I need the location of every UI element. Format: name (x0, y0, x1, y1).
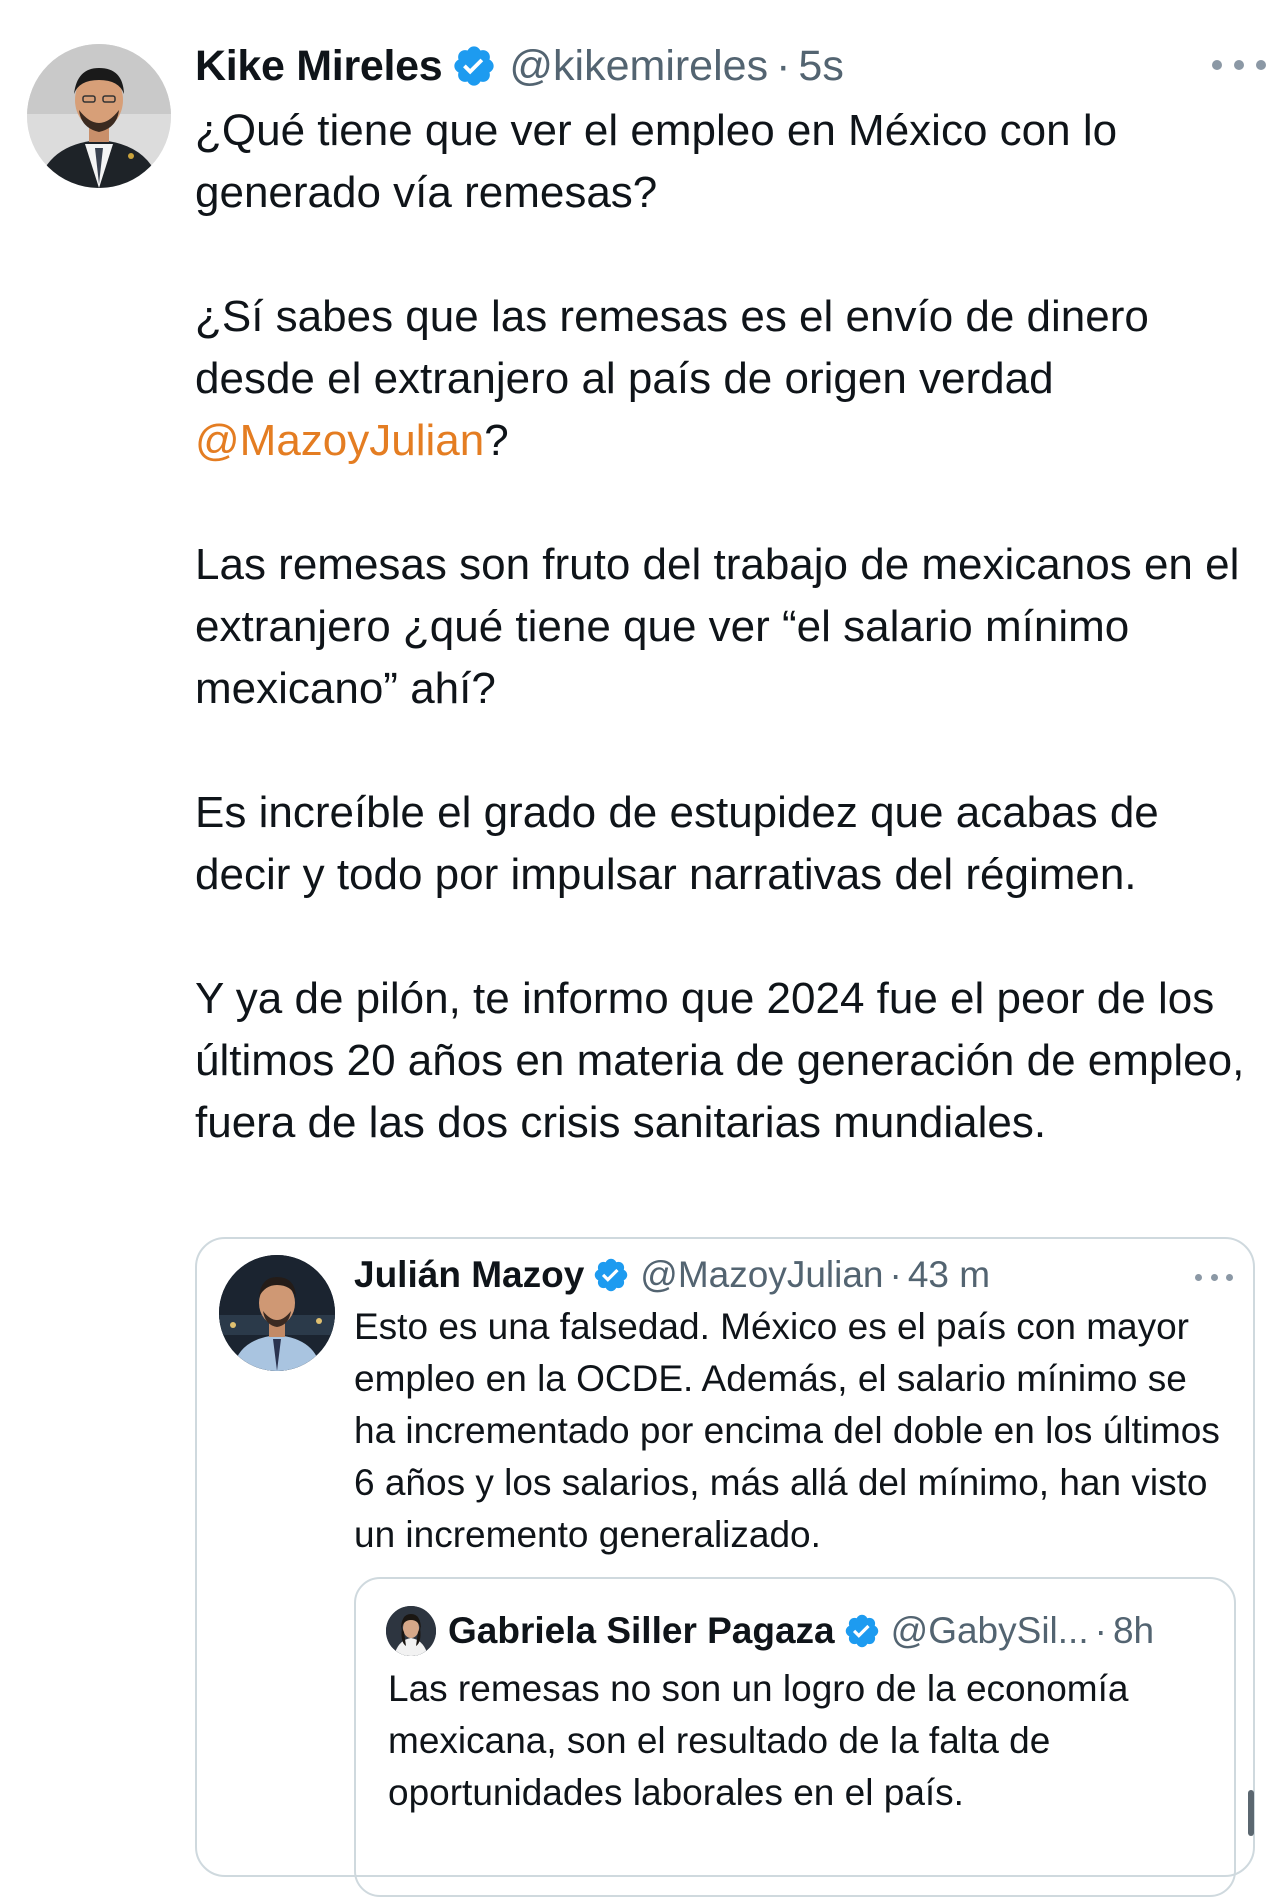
author-handle[interactable]: @kikemireles (509, 42, 768, 91)
tweet-paragraph: Y ya de pilón, te informo que 2024 fue e… (195, 968, 1265, 1154)
nested-tweet-header: Gabriela Siller Pagaza @GabySil... · 8h (448, 1603, 1154, 1659)
author-avatar[interactable] (27, 44, 171, 188)
nested-timestamp[interactable]: 8h (1113, 1610, 1154, 1652)
tweet-paragraph: Es increíble el grado de estupidez que a… (195, 782, 1265, 906)
tweet-paragraph: ¿Qué tiene que ver el empleo en México c… (195, 100, 1265, 224)
verified-badge-icon (451, 43, 497, 89)
paragraph-text: ¿Sí sabes que las remesas es el envío de… (195, 292, 1149, 403)
nested-quoted-tweet-card[interactable]: Gabriela Siller Pagaza @GabySil... · 8h … (354, 1577, 1236, 1897)
tweet-paragraph: Las remesas son fruto del trabajo de mex… (195, 534, 1265, 720)
separator: · (776, 41, 791, 90)
tweet-header: Kike Mireles @kikemireles · 5s (195, 36, 844, 96)
paragraph-text: Las remesas son fruto del trabajo de mex… (195, 540, 1240, 713)
quoted-author-handle[interactable]: @MazoyJulian (640, 1254, 883, 1296)
scrollbar[interactable] (1248, 1790, 1254, 1836)
mention-link[interactable]: @MazoyJulian (195, 416, 484, 465)
quoted-avatar-image (219, 1255, 335, 1371)
more-options-icon[interactable] (1195, 1269, 1233, 1285)
tweet-paragraph: ¿Sí sabes que las remesas es el envío de… (195, 286, 1265, 472)
verified-badge-icon (843, 1612, 881, 1650)
paragraph-text: Es increíble el grado de estupidez que a… (195, 788, 1159, 899)
quoted-timestamp[interactable]: 43 m (908, 1254, 990, 1296)
paragraph-text: Y ya de pilón, te informo que 2024 fue e… (195, 974, 1245, 1147)
more-options-icon[interactable] (1212, 50, 1266, 80)
separator: · (889, 1254, 902, 1295)
nested-author-name[interactable]: Gabriela Siller Pagaza (448, 1610, 835, 1652)
nested-avatar-image (386, 1606, 436, 1656)
nested-author-avatar[interactable] (386, 1606, 436, 1656)
timestamp[interactable]: 5s (798, 42, 843, 91)
separator: · (1094, 1610, 1107, 1651)
quoted-tweet-text: Esto es una falsedad. México es el país … (354, 1306, 1220, 1555)
nested-tweet-text: Las remesas no son un logro de la econom… (388, 1668, 1129, 1813)
paragraph-text: ¿Qué tiene que ver el empleo en México c… (195, 106, 1118, 217)
author-avatar-image (27, 44, 171, 188)
quoted-author-avatar[interactable] (219, 1255, 335, 1371)
quoted-tweet-header: Julián Mazoy @MazoyJulian · 43 m (354, 1249, 990, 1301)
author-name[interactable]: Kike Mireles (195, 42, 443, 91)
quoted-tweet-card[interactable]: Julián Mazoy @MazoyJulian · 43 m Esto es… (195, 1237, 1255, 1897)
tweet-body: ¿Qué tiene que ver el empleo en México c… (195, 100, 1265, 1154)
paragraph-text: ? (484, 416, 509, 465)
verified-badge-icon (592, 1256, 630, 1294)
quoted-author-name[interactable]: Julián Mazoy (354, 1254, 584, 1296)
nested-author-handle[interactable]: @GabySil... (891, 1610, 1089, 1652)
